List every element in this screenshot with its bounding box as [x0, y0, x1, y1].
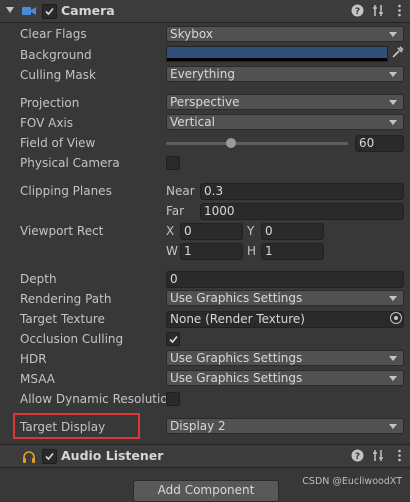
chevron-down-icon: [389, 32, 397, 37]
clear-flags-dropdown[interactable]: Skybox: [166, 26, 404, 42]
viewport-h-input[interactable]: 1: [261, 243, 324, 260]
rendering-path-label: Rendering Path: [20, 292, 112, 306]
foldout-arrow-icon[interactable]: [6, 7, 14, 13]
target-texture-field[interactable]: None (Render Texture): [166, 311, 404, 328]
presets-icon[interactable]: [371, 449, 385, 463]
viewport-rect-label: Viewport Rect: [20, 224, 104, 238]
help-icon[interactable]: ?: [350, 4, 364, 18]
audio-listener-enabled-checkbox[interactable]: [42, 449, 57, 464]
viewport-x-input[interactable]: 0: [180, 223, 243, 240]
clear-flags-value: Skybox: [170, 27, 213, 41]
chevron-down-icon: [389, 296, 397, 301]
chevron-down-icon: [389, 356, 397, 361]
far-label: Far: [166, 204, 185, 218]
presets-icon[interactable]: [371, 4, 385, 18]
checkmark-icon: [45, 452, 54, 461]
target-display-dropdown[interactable]: Display 2: [166, 418, 404, 434]
depth-input[interactable]: 0: [166, 271, 404, 288]
viewport-x-label: X: [166, 224, 175, 238]
background-label: Background: [20, 48, 92, 62]
occlusion-culling-label: Occlusion Culling: [20, 332, 124, 346]
chevron-down-icon: [389, 376, 397, 381]
allow-dynamic-resolution-checkbox[interactable]: [166, 392, 180, 406]
msaa-value: Use Graphics Settings: [170, 371, 303, 385]
eyedropper-icon[interactable]: [391, 46, 405, 62]
projection-dropdown[interactable]: Perspective: [166, 94, 404, 110]
culling-mask-value: Everything: [170, 67, 235, 81]
field-of-view-slider-thumb[interactable]: [226, 138, 236, 148]
field-of-view-label: Field of View: [20, 136, 96, 150]
help-icon[interactable]: ?: [350, 449, 364, 463]
culling-mask-dropdown[interactable]: Everything: [166, 66, 404, 82]
component-title: Camera: [61, 3, 115, 18]
svg-text:?: ?: [354, 7, 359, 17]
object-picker-icon[interactable]: [390, 312, 402, 324]
camera-enabled-checkbox[interactable]: [42, 4, 57, 19]
msaa-label: MSAA: [20, 372, 55, 386]
fov-axis-value: Vertical: [170, 115, 215, 129]
target-display-label: Target Display: [20, 420, 106, 434]
fov-axis-dropdown[interactable]: Vertical: [166, 114, 404, 130]
add-component-button[interactable]: Add Component: [133, 480, 279, 502]
viewport-w-label: W: [166, 244, 178, 258]
headphones-icon: [23, 451, 35, 463]
depth-label: Depth: [20, 272, 57, 286]
rendering-path-value: Use Graphics Settings: [170, 291, 303, 305]
viewport-y-label: Y: [247, 224, 255, 238]
clipping-planes-label: Clipping Planes: [20, 184, 112, 198]
viewport-y-input[interactable]: 0: [261, 223, 324, 240]
chevron-down-icon: [389, 120, 397, 125]
near-label: Near: [166, 184, 195, 198]
near-input[interactable]: 0.3: [200, 183, 404, 200]
projection-label: Projection: [20, 96, 80, 110]
viewport-h-label: H: [247, 244, 257, 258]
target-display-value: Display 2: [170, 419, 226, 433]
alpha-bar: [167, 58, 387, 61]
occlusion-culling-checkbox[interactable]: [166, 332, 180, 346]
msaa-dropdown[interactable]: Use Graphics Settings: [166, 370, 404, 386]
checkmark-icon: [169, 335, 178, 344]
kebab-menu-icon[interactable]: [392, 449, 406, 463]
kebab-menu-icon[interactable]: [392, 4, 406, 18]
fov-axis-label: FOV Axis: [20, 116, 74, 130]
physical-camera-label: Physical Camera: [20, 156, 120, 170]
checkmark-icon: [45, 7, 54, 16]
field-of-view-input[interactable]: 60: [355, 135, 404, 152]
hdr-dropdown[interactable]: Use Graphics Settings: [166, 350, 404, 366]
physical-camera-checkbox[interactable]: [166, 156, 180, 170]
hdr-label: HDR: [20, 352, 47, 366]
svg-text:?: ?: [354, 452, 359, 462]
watermark: CSDN @EucliwoodXT: [302, 476, 402, 487]
field-of-view-slider-track[interactable]: [166, 142, 348, 145]
target-texture-value: None (Render Texture): [170, 312, 305, 326]
chevron-down-icon: [389, 72, 397, 77]
hdr-value: Use Graphics Settings: [170, 351, 303, 365]
component-title: Audio Listener: [61, 448, 164, 463]
rendering-path-dropdown[interactable]: Use Graphics Settings: [166, 290, 404, 306]
projection-value: Perspective: [170, 95, 240, 109]
allow-dynamic-resolution-label: Allow Dynamic Resolutio: [20, 392, 168, 406]
chevron-down-icon: [389, 100, 397, 105]
background-color-field[interactable]: [166, 46, 388, 62]
target-texture-label: Target Texture: [20, 312, 105, 326]
viewport-w-input[interactable]: 1: [180, 243, 243, 260]
chevron-down-icon: [389, 424, 397, 429]
camera-icon: [22, 7, 36, 15]
far-input[interactable]: 1000: [200, 203, 404, 220]
clear-flags-label: Clear Flags: [20, 27, 87, 41]
culling-mask-label: Culling Mask: [20, 68, 96, 82]
